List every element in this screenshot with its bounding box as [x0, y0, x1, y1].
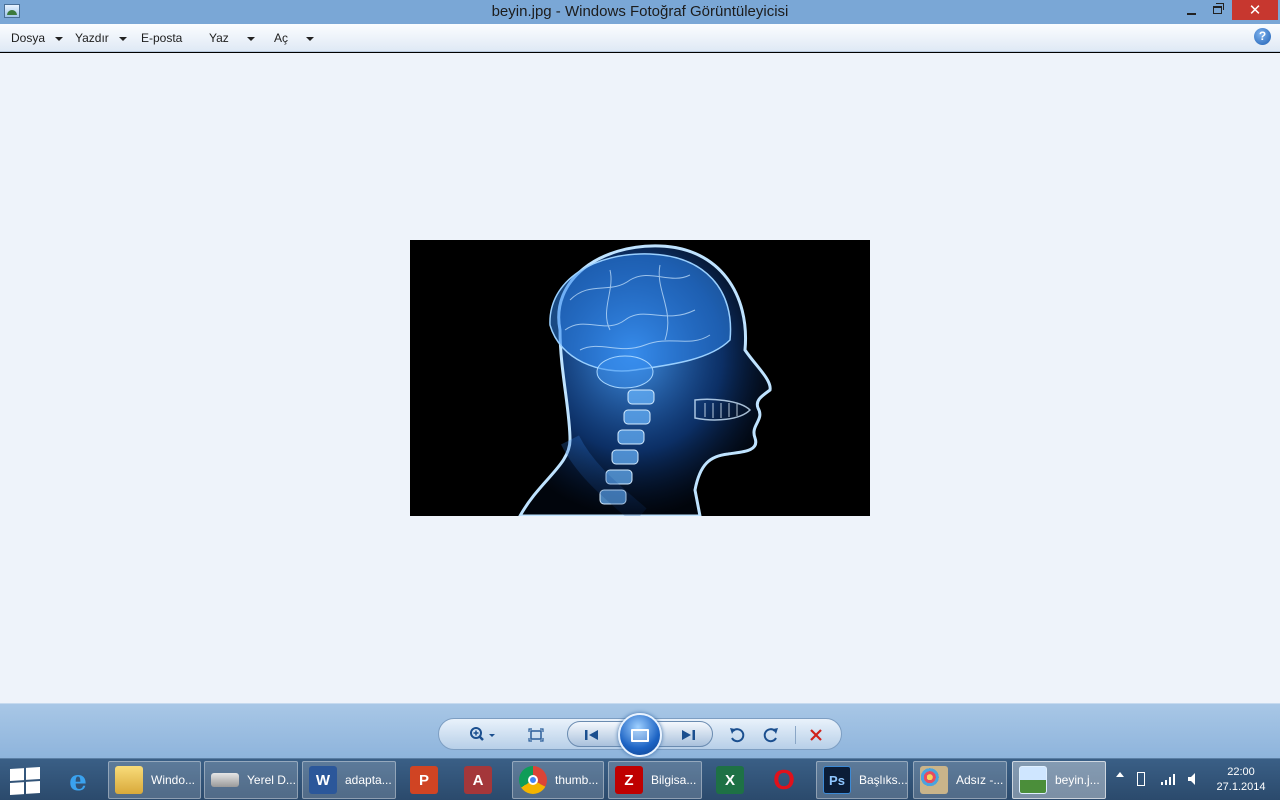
taskbar-item-windows-explorer[interactable]: Windo...	[108, 761, 201, 799]
slideshow-button[interactable]	[618, 713, 662, 757]
window-title: beyin.jpg - Windows Fotoğraf Görüntüleyi…	[491, 3, 789, 20]
menu-yazdir[interactable]: Yazdır	[75, 31, 127, 45]
displayed-photo	[410, 240, 870, 516]
system-clock[interactable]: 22:00 27.1.2014	[1210, 765, 1272, 795]
menu-label: Dosya	[11, 31, 46, 45]
word-icon: W	[309, 766, 337, 794]
taskbar-label: beyin.j...	[1055, 773, 1100, 787]
taskbar-label: adapta...	[345, 773, 392, 787]
rotate-left-icon	[730, 728, 745, 743]
restore-button[interactable]	[1204, 0, 1230, 20]
access-icon: A	[464, 766, 492, 794]
volume-icon[interactable]	[1187, 772, 1197, 789]
separator	[795, 726, 796, 744]
previous-button[interactable]	[578, 726, 606, 744]
menu-yaz[interactable]: Yaz	[209, 31, 255, 45]
taskbar-item-filezilla[interactable]: Z Bilgisa...	[608, 761, 702, 799]
taskbar-item-internet-explorer[interactable]: e	[58, 761, 102, 799]
taskbar-label: Bilgisa...	[651, 773, 697, 787]
menu-e-posta[interactable]: E-posta	[141, 31, 182, 45]
rotate-left-button[interactable]	[726, 724, 748, 746]
taskbar-label: Windo...	[151, 773, 196, 787]
close-button[interactable]: ✕	[1232, 0, 1278, 20]
zoom-button[interactable]	[466, 724, 500, 746]
opera-icon: O	[773, 764, 795, 795]
minimize-icon	[1186, 13, 1196, 15]
start-button[interactable]	[10, 766, 40, 796]
taskbar-item-powerpoint[interactable]: P	[404, 761, 444, 799]
taskbar-label: Adsız -...	[956, 773, 1004, 787]
folder-icon	[115, 766, 143, 794]
excel-icon: X	[716, 766, 744, 794]
viewer-control-bar	[0, 703, 1280, 758]
restore-icon	[1212, 3, 1224, 14]
menu-label: E-posta	[141, 31, 183, 45]
chrome-icon	[519, 766, 547, 794]
internet-explorer-icon: e	[69, 763, 87, 797]
menu-bar: Dosya Yazdır E-posta Yaz Aç	[0, 24, 1280, 52]
delete-button[interactable]	[805, 724, 827, 746]
taskbar-item-photo-viewer[interactable]: beyin.j...	[1012, 761, 1106, 799]
taskbar-item-paint[interactable]: Adsız -...	[913, 761, 1007, 799]
chevron-down-icon	[306, 36, 315, 41]
chevron-down-icon	[246, 36, 255, 41]
taskbar-label: Başlıks...	[859, 773, 907, 787]
taskbar-item-chrome[interactable]: thumb...	[512, 761, 604, 799]
title-bar: beyin.jpg - Windows Fotoğraf Görüntüleyi…	[0, 0, 1280, 24]
zoom-icon	[470, 727, 495, 741]
menu-label: Yaz	[209, 31, 229, 45]
taskbar-label: thumb...	[555, 773, 599, 787]
taskbar-item-photoshop[interactable]: Ps Başlıks...	[816, 761, 908, 799]
photoshop-icon: Ps	[823, 766, 851, 794]
powerpoint-icon: P	[410, 766, 438, 794]
actual-size-button[interactable]	[524, 724, 548, 746]
taskbar-item-excel[interactable]: X	[710, 761, 750, 799]
network-icon[interactable]	[1160, 773, 1176, 788]
minimize-button[interactable]	[1178, 0, 1204, 20]
clock-time: 22:00	[1227, 766, 1255, 778]
next-button[interactable]	[674, 726, 702, 744]
taskbar-item-opera[interactable]: O	[764, 761, 808, 799]
battery-icon[interactable]	[1137, 772, 1145, 786]
actual-size-icon	[528, 728, 544, 742]
taskbar: e Windo... Yerel D... W adapta... P A th…	[0, 758, 1280, 800]
slideshow-icon	[631, 728, 649, 742]
close-icon: ✕	[1248, 2, 1262, 19]
taskbar-item-local-disk[interactable]: Yerel D...	[204, 761, 298, 799]
image-viewer-area	[0, 53, 1280, 703]
chevron-down-icon	[55, 36, 64, 41]
menu-ac[interactable]: Aç	[274, 31, 315, 45]
chevron-down-icon	[118, 36, 127, 41]
help-icon[interactable]: ?	[1254, 28, 1271, 45]
menu-dosya[interactable]: Dosya	[11, 31, 64, 45]
drive-icon	[211, 773, 239, 787]
taskbar-item-access[interactable]: A	[458, 761, 498, 799]
clock-date: 27.1.2014	[1216, 781, 1266, 793]
previous-icon	[585, 730, 598, 740]
paint-icon	[920, 766, 948, 794]
taskbar-label: Yerel D...	[247, 773, 296, 787]
taskbar-item-word[interactable]: W adapta...	[302, 761, 396, 799]
rotate-right-button[interactable]	[760, 724, 782, 746]
rotate-right-icon	[763, 728, 778, 743]
next-icon	[682, 730, 695, 740]
x-ray-head-image	[410, 240, 870, 516]
menu-label: Yazdır	[75, 31, 109, 45]
filezilla-icon: Z	[615, 766, 643, 794]
show-hidden-icons-icon[interactable]	[1116, 772, 1124, 777]
photo-viewer-icon	[1019, 766, 1047, 794]
menu-label: Aç	[274, 31, 289, 45]
delete-icon	[810, 729, 822, 741]
